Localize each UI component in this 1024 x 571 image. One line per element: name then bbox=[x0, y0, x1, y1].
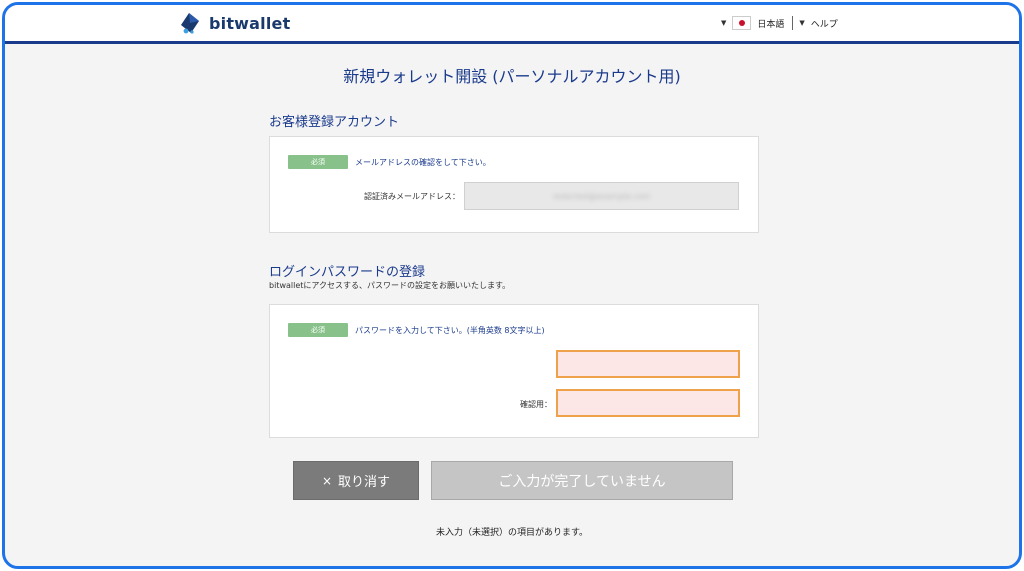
language-caret-icon[interactable]: ▼ bbox=[721, 19, 726, 27]
required-badge: 必須 bbox=[288, 155, 348, 169]
password-requirement-note: パスワードを入力して下さい。(半角英数 8文字以上) bbox=[355, 326, 545, 335]
cancel-button[interactable]: × 取り消す bbox=[293, 461, 419, 500]
password-input[interactable] bbox=[556, 350, 740, 378]
bitwallet-logo-icon bbox=[181, 13, 199, 34]
password-panel: 必須 パスワードを入力して下さい。(半角英数 8文字以上) 確認用： bbox=[269, 304, 759, 438]
logo-text: bitwallet bbox=[209, 13, 291, 33]
header-menu: ▼ 日本語 ▼ ヘルプ bbox=[721, 14, 838, 32]
customer-panel: 必須 メールアドレスの確認をして下さい。 認証済みメールアドレス： redact… bbox=[269, 136, 759, 233]
browser-frame: bitwallet ▼ 日本語 ▼ ヘルプ 新規ウォレット開設 (パーソナルアカ… bbox=[2, 2, 1022, 569]
confirm-password-label: 確認用： bbox=[520, 400, 552, 409]
page-title: 新規ウォレット開設 (パーソナルアカウント用) bbox=[343, 67, 681, 86]
email-label: 認証済みメールアドレス： bbox=[364, 192, 460, 201]
close-icon: × bbox=[321, 473, 333, 488]
password-section-subtitle: bitwalletにアクセスする、パスワードの設定をお願いいたします。 bbox=[269, 281, 511, 290]
help-link[interactable]: ヘルプ bbox=[811, 17, 838, 30]
bitwallet-logo[interactable]: bitwallet bbox=[177, 11, 290, 35]
site-header: bitwallet ▼ 日本語 ▼ ヘルプ bbox=[5, 5, 1019, 44]
cancel-button-label: 取り消す bbox=[338, 475, 391, 490]
verified-email-value: redacted@example.com bbox=[552, 191, 651, 201]
submit-button[interactable]: ご入力が完了していません bbox=[431, 461, 733, 500]
required-badge: 必須 bbox=[288, 323, 348, 337]
incomplete-fields-notice: 未入力（未選択）の項目があります。 bbox=[435, 528, 589, 538]
customer-section-heading: お客様登録アカウント bbox=[269, 115, 400, 130]
help-caret-icon[interactable]: ▼ bbox=[799, 19, 804, 27]
japan-flag-icon bbox=[732, 16, 752, 30]
submit-button-label: ご入力が完了していません bbox=[498, 473, 666, 490]
verified-email-field: redacted@example.com bbox=[464, 182, 739, 210]
email-confirm-note: メールアドレスの確認をして下さい。 bbox=[355, 158, 491, 167]
confirm-password-input[interactable] bbox=[556, 389, 740, 417]
password-section-heading: ログインパスワードの登録 bbox=[269, 265, 426, 280]
header-divider bbox=[792, 16, 794, 30]
language-selector[interactable]: 日本語 bbox=[757, 17, 784, 30]
